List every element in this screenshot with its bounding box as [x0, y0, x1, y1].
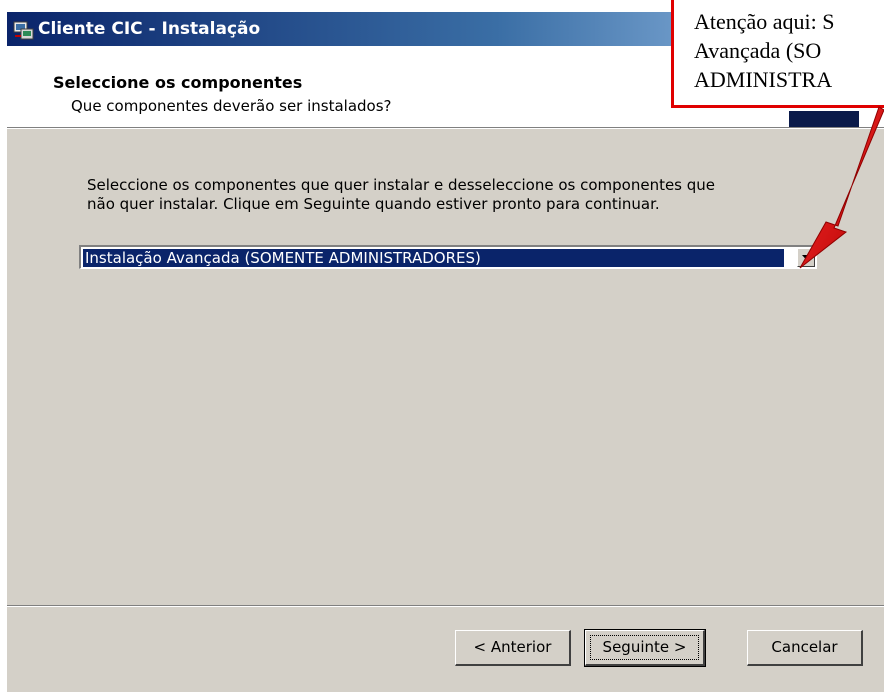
annotation-arrow [799, 106, 884, 269]
